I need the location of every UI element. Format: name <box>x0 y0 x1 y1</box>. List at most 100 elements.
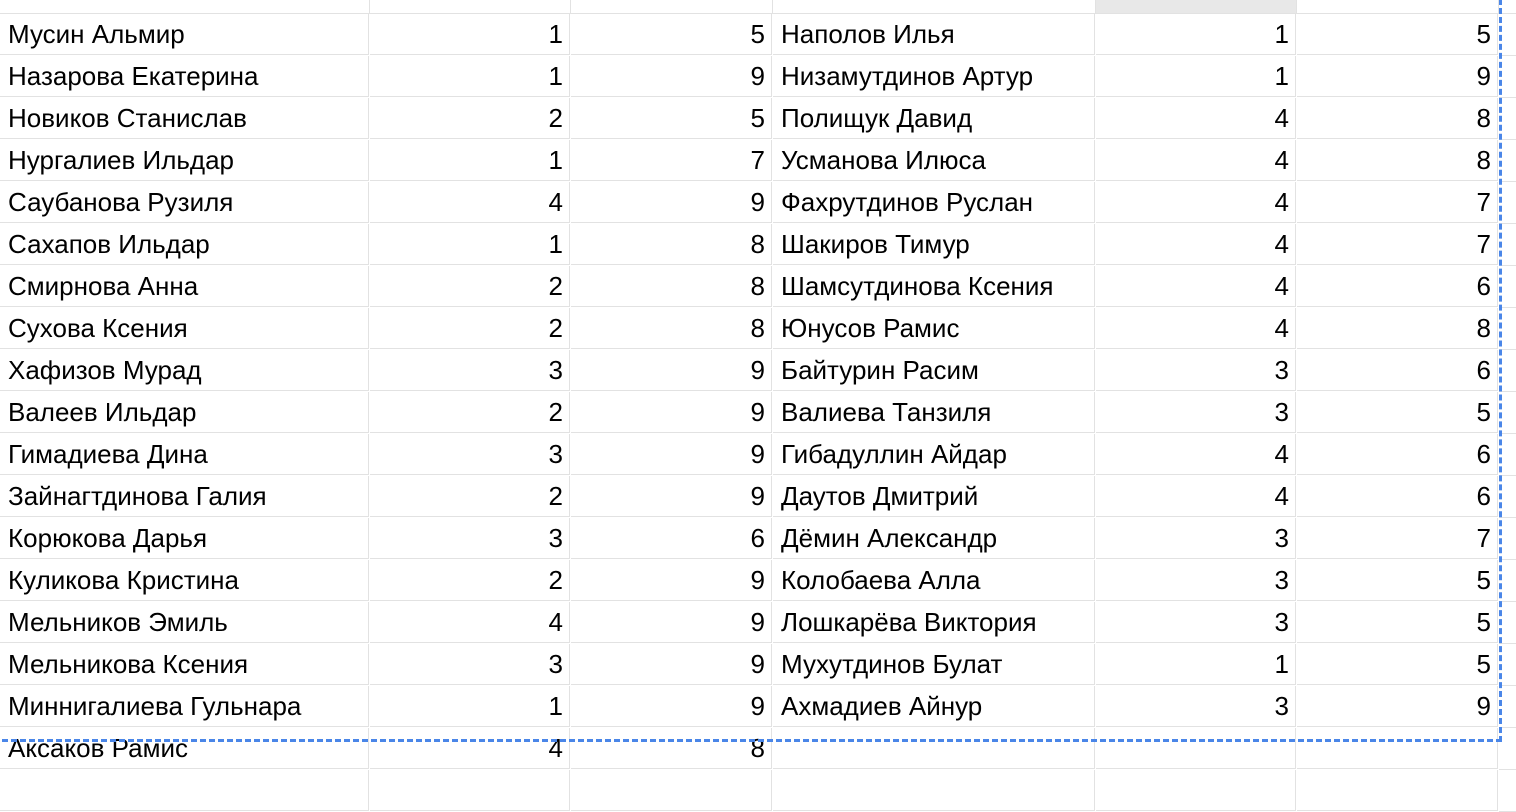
value-cell[interactable]: 3 <box>1096 518 1296 559</box>
value-cell[interactable]: 9 <box>571 476 772 517</box>
name-cell[interactable]: Ахмадиев Айнур <box>773 686 1095 727</box>
grid-cell[interactable] <box>1499 14 1516 56</box>
name-cell[interactable]: Хафизов Мурад <box>0 350 369 391</box>
grid-cell[interactable] <box>1499 182 1516 224</box>
value-cell[interactable]: 4 <box>1096 434 1296 475</box>
value-cell[interactable]: 7 <box>571 140 772 181</box>
value-cell[interactable]: 4 <box>1096 98 1296 139</box>
grid-cell[interactable] <box>1499 350 1516 392</box>
name-cell[interactable]: Гибадуллин Айдар <box>773 434 1095 475</box>
name-cell[interactable]: Валиева Танзиля <box>773 392 1095 433</box>
name-cell[interactable]: Новиков Станислав <box>0 98 369 139</box>
value-cell[interactable]: 9 <box>1297 56 1498 97</box>
value-cell[interactable]: 9 <box>571 686 772 727</box>
value-cell[interactable]: 5 <box>1297 602 1498 643</box>
value-cell[interactable]: 1 <box>370 224 570 265</box>
name-cell[interactable]: Байтурин Расим <box>773 350 1095 391</box>
grid-cell[interactable] <box>1499 392 1516 434</box>
value-cell[interactable]: 3 <box>370 644 570 685</box>
value-cell[interactable]: 8 <box>571 224 772 265</box>
value-cell[interactable]: 2 <box>370 476 570 517</box>
value-cell[interactable] <box>571 770 772 811</box>
value-cell[interactable]: 5 <box>1297 14 1498 55</box>
value-cell[interactable]: 8 <box>1297 98 1498 139</box>
value-cell[interactable]: 8 <box>1297 308 1498 349</box>
grid-cell[interactable] <box>1499 224 1516 266</box>
grid-cell[interactable] <box>370 0 571 14</box>
grid-cell[interactable] <box>1499 476 1516 518</box>
value-cell[interactable]: 2 <box>370 392 570 433</box>
value-cell[interactable]: 3 <box>1096 350 1296 391</box>
name-cell[interactable]: Назарова Екатерина <box>0 56 369 97</box>
grid-cell-highlighted[interactable] <box>1096 0 1297 14</box>
grid-cell[interactable] <box>1499 686 1516 728</box>
value-cell[interactable]: 9 <box>571 434 772 475</box>
value-cell[interactable] <box>1096 728 1296 769</box>
value-cell[interactable]: 7 <box>1297 518 1498 559</box>
grid-cell[interactable] <box>1499 56 1516 98</box>
name-cell[interactable]: Корюкова Дарья <box>0 518 369 559</box>
name-cell[interactable] <box>773 728 1095 769</box>
value-cell[interactable]: 3 <box>370 434 570 475</box>
value-cell[interactable]: 6 <box>1297 434 1498 475</box>
grid-cell[interactable] <box>773 0 1096 14</box>
value-cell[interactable]: 4 <box>370 182 570 223</box>
value-cell[interactable] <box>370 770 570 811</box>
name-cell[interactable]: Мельникова Ксения <box>0 644 369 685</box>
value-cell[interactable]: 6 <box>571 518 772 559</box>
name-cell[interactable]: Мусин Альмир <box>0 14 369 55</box>
value-cell[interactable] <box>1297 770 1498 811</box>
value-cell[interactable]: 6 <box>1297 476 1498 517</box>
value-cell[interactable]: 5 <box>1297 392 1498 433</box>
value-cell[interactable]: 8 <box>1297 140 1498 181</box>
value-cell[interactable]: 2 <box>370 98 570 139</box>
value-cell[interactable]: 9 <box>571 392 772 433</box>
name-cell[interactable]: Миннигалиева Гульнара <box>0 686 369 727</box>
value-cell[interactable]: 3 <box>370 350 570 391</box>
name-cell[interactable] <box>0 770 369 811</box>
value-cell[interactable] <box>1096 770 1296 811</box>
value-cell[interactable]: 4 <box>1096 224 1296 265</box>
name-cell[interactable]: Лошкарёва Виктория <box>773 602 1095 643</box>
value-cell[interactable]: 3 <box>1096 560 1296 601</box>
value-cell[interactable]: 9 <box>571 350 772 391</box>
value-cell[interactable]: 2 <box>370 560 570 601</box>
grid-cell[interactable] <box>571 0 773 14</box>
name-cell[interactable]: Сухова Ксения <box>0 308 369 349</box>
value-cell[interactable]: 7 <box>1297 224 1498 265</box>
grid-cell[interactable] <box>1499 518 1516 560</box>
value-cell[interactable]: 5 <box>1297 560 1498 601</box>
name-cell[interactable]: Смирнова Анна <box>0 266 369 307</box>
name-cell[interactable]: Куликова Кристина <box>0 560 369 601</box>
name-cell[interactable]: Шамсутдинова Ксения <box>773 266 1095 307</box>
name-cell[interactable]: Низамутдинов Артур <box>773 56 1095 97</box>
grid-cell[interactable] <box>1499 728 1516 770</box>
value-cell[interactable]: 1 <box>1096 14 1296 55</box>
grid-cell[interactable] <box>0 0 370 14</box>
value-cell[interactable]: 6 <box>1297 350 1498 391</box>
value-cell[interactable]: 5 <box>571 98 772 139</box>
name-cell[interactable]: Шакиров Тимур <box>773 224 1095 265</box>
name-cell[interactable]: Валеев Ильдар <box>0 392 369 433</box>
grid-cell[interactable] <box>1499 644 1516 686</box>
value-cell[interactable]: 8 <box>571 308 772 349</box>
name-cell[interactable]: Колобаева Алла <box>773 560 1095 601</box>
value-cell[interactable]: 1 <box>370 56 570 97</box>
grid-cell[interactable] <box>1297 0 1499 14</box>
grid-cell[interactable] <box>1499 560 1516 602</box>
grid-cell[interactable] <box>1499 770 1516 812</box>
name-cell[interactable]: Мельников Эмиль <box>0 602 369 643</box>
name-cell[interactable]: Даутов Дмитрий <box>773 476 1095 517</box>
value-cell[interactable]: 1 <box>370 140 570 181</box>
name-cell[interactable]: Наполов Илья <box>773 14 1095 55</box>
name-cell[interactable]: Сахапов Ильдар <box>0 224 369 265</box>
name-cell[interactable]: Усманова Илюса <box>773 140 1095 181</box>
value-cell[interactable]: 5 <box>1297 644 1498 685</box>
value-cell[interactable]: 6 <box>1297 266 1498 307</box>
name-cell[interactable]: Аксаков Рамис <box>0 728 369 769</box>
value-cell[interactable]: 4 <box>1096 140 1296 181</box>
grid-cell[interactable] <box>1499 308 1516 350</box>
name-cell[interactable]: Гимадиева Дина <box>0 434 369 475</box>
value-cell[interactable]: 9 <box>571 560 772 601</box>
name-cell[interactable]: Дёмин Александр <box>773 518 1095 559</box>
